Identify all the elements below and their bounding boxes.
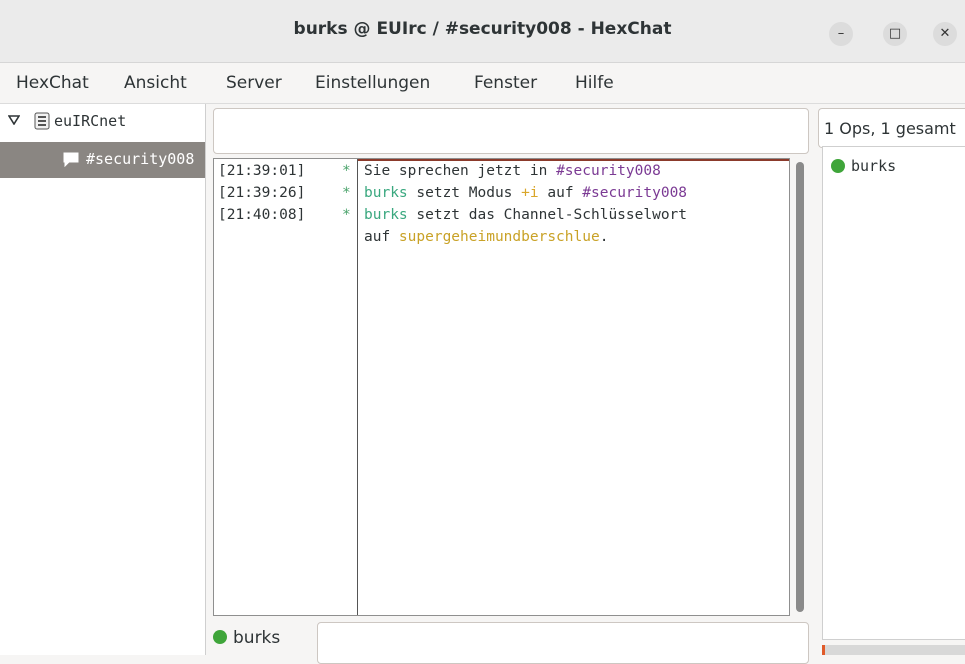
user-list-item[interactable]: burks: [831, 157, 896, 175]
message-input[interactable]: [317, 622, 809, 664]
menu-hexchat[interactable]: HexChat: [16, 73, 89, 93]
expander-icon[interactable]: [8, 115, 20, 125]
op-status-icon: [831, 159, 845, 173]
server-icon: [34, 112, 50, 130]
chat-line: [21:39:26] * burks setzt Modus +i auf #s…: [214, 185, 789, 205]
menu-server[interactable]: Server: [226, 73, 282, 93]
menu-hilfe[interactable]: Hilfe: [575, 73, 614, 93]
topic-field[interactable]: [213, 108, 809, 154]
message-text: Sie sprechen jetzt in #security008: [364, 163, 661, 179]
tree-channel-label: #security008: [86, 150, 195, 168]
user-count-label: 1 Ops, 1 gesamt: [818, 108, 965, 148]
op-status-icon: [213, 630, 227, 644]
nick-button[interactable]: burks: [213, 628, 313, 655]
marker-line: [358, 159, 789, 161]
lag-meter: [822, 645, 965, 655]
current-nick: burks: [233, 628, 281, 648]
message-text: burks setzt Modus +i auf #security008: [364, 185, 688, 201]
event-marker: *: [342, 185, 351, 201]
channel-icon: [62, 151, 80, 167]
message-text: burks setzt das Channel-Schlüsselwort: [364, 207, 688, 223]
chat-line: [21:39:01] * Sie sprechen jetzt in #secu…: [214, 163, 789, 183]
close-button[interactable]: ✕: [933, 22, 957, 46]
window-title: burks @ EUIrc / #security008 - HexChat: [293, 19, 672, 39]
chat-line: [21:40:08] * burks setzt das Channel-Sch…: [214, 207, 789, 227]
tree-item-server[interactable]: euIRCnet: [0, 110, 205, 138]
timestamp: [21:40:08]: [218, 207, 306, 223]
tree-item-channel[interactable]: #security008: [0, 142, 205, 178]
menu-bar: HexChat Ansicht Server Einstellungen Fen…: [0, 63, 965, 104]
tree-server-label: euIRCnet: [54, 112, 127, 130]
menu-fenster[interactable]: Fenster: [474, 73, 537, 93]
event-marker: *: [342, 163, 351, 179]
chat-separator: [357, 159, 358, 615]
message-text: auf supergeheimundberschlue.: [364, 229, 609, 245]
chat-scrollbar[interactable]: [796, 162, 804, 612]
timestamp: [21:39:01]: [218, 163, 306, 179]
menu-einstellungen[interactable]: Einstellungen: [315, 73, 430, 93]
title-bar: burks @ EUIrc / #security008 - HexChat –…: [0, 0, 965, 63]
user-list[interactable]: burks: [822, 146, 965, 640]
user-nick: burks: [851, 157, 897, 175]
chat-line: auf supergeheimundberschlue.: [214, 229, 789, 249]
minimize-button[interactable]: –: [829, 22, 853, 46]
event-marker: *: [342, 207, 351, 223]
chat-view[interactable]: [21:39:01] * Sie sprechen jetzt in #secu…: [213, 158, 790, 616]
maximize-button[interactable]: □: [883, 22, 907, 46]
channel-tree: euIRCnet #security008: [0, 104, 206, 655]
timestamp: [21:39:26]: [218, 185, 306, 201]
menu-ansicht[interactable]: Ansicht: [124, 73, 187, 93]
